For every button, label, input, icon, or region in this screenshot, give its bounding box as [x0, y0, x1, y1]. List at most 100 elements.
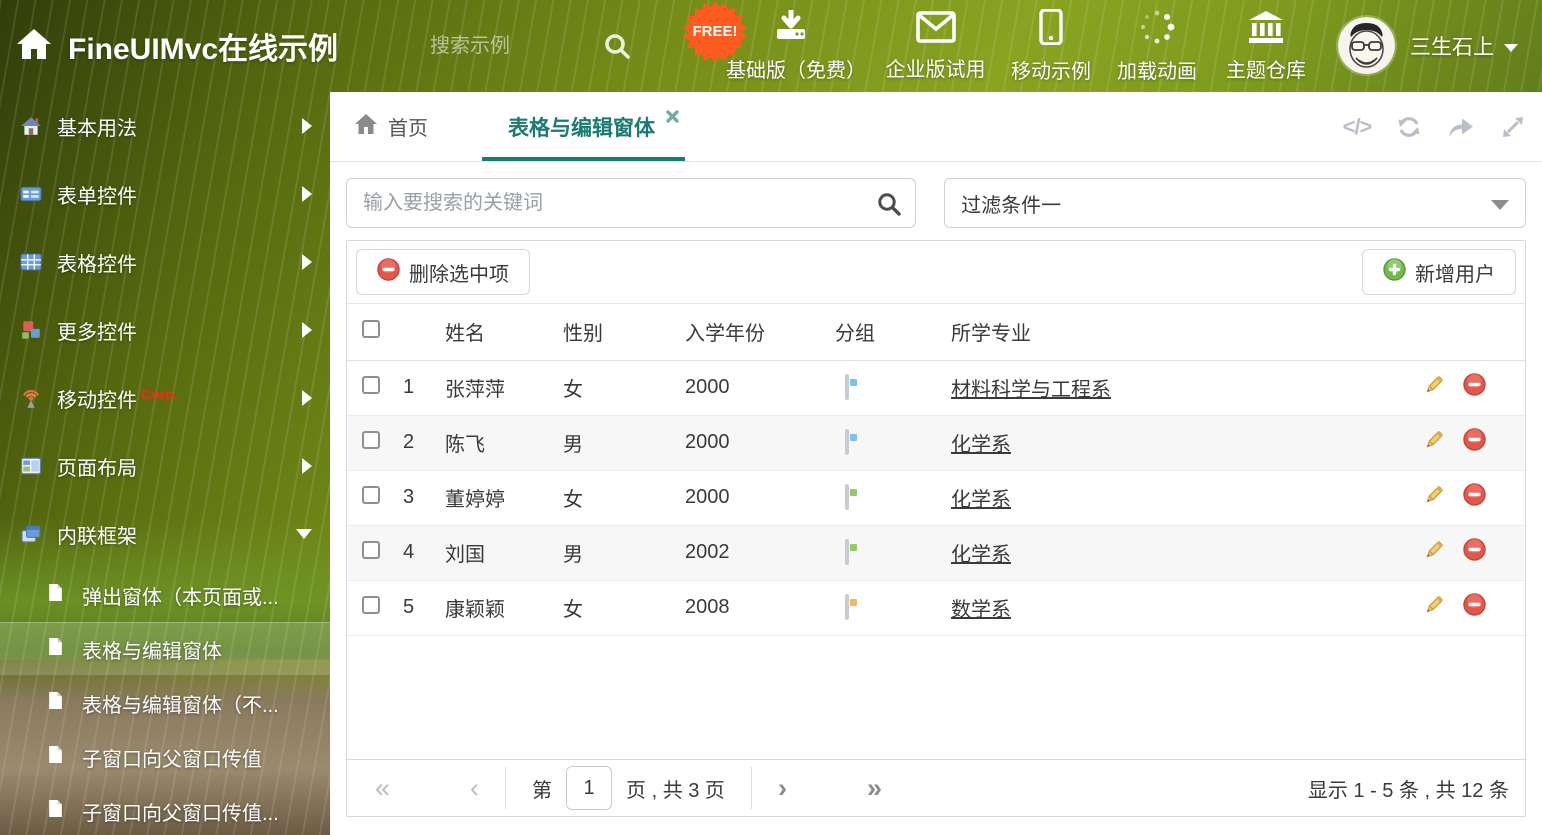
- sidebar-subitem-grid-edit-window[interactable]: 表格与编辑窗体: [0, 622, 330, 676]
- sidebar-subitem-child-to-parent-2[interactable]: 子窗口向父窗口传值...: [0, 784, 330, 835]
- delete-row-button[interactable]: [1463, 360, 1525, 415]
- cell-name: 康颖颖: [445, 599, 505, 621]
- tab-grid-edit-window[interactable]: 表格与编辑窗体: [482, 92, 685, 161]
- home-icon: [16, 27, 52, 66]
- cell-name: 陈飞: [445, 434, 485, 456]
- sidebar-item-label: 移动控件更多控件: [57, 321, 137, 344]
- pencil-icon: [1423, 484, 1445, 512]
- delete-row-button[interactable]: [1463, 415, 1525, 470]
- record-count-summary: 显示 1 - 5 条 , 共 12 条: [1307, 779, 1509, 802]
- sidebar-item-basic-usage[interactable]: 基本用法: [0, 92, 330, 160]
- refresh-icon[interactable]: [1394, 112, 1424, 142]
- chevron-right-icon: [302, 390, 312, 406]
- prev-page-button[interactable]: ‹: [470, 774, 479, 802]
- row-checkbox[interactable]: [362, 430, 380, 449]
- table-row: 1 张萍萍 女 2000 材料科学与工程系: [347, 360, 1525, 415]
- minus-circle-icon: [1463, 373, 1486, 402]
- major-link[interactable]: 化学系: [951, 434, 1011, 456]
- home-icon: [354, 113, 378, 141]
- nav-basic-edition[interactable]: 基础版（免费）: [726, 0, 866, 92]
- share-icon[interactable]: [1446, 112, 1476, 142]
- major-link[interactable]: 化学系: [951, 489, 1011, 511]
- sidebar-subitem-child-to-parent[interactable]: 子窗口向父窗口传值: [0, 730, 330, 784]
- edit-row-button[interactable]: [1415, 360, 1463, 415]
- tab-home[interactable]: 首页: [330, 92, 452, 161]
- major-link[interactable]: 化学系: [951, 544, 1011, 566]
- major-link[interactable]: 数学系: [951, 599, 1011, 621]
- tab-toolbar: </>: [1342, 92, 1528, 162]
- cell-gender: 男: [563, 544, 583, 566]
- sidebar-item-iframe[interactable]: 内联框架: [0, 500, 330, 568]
- code-icon[interactable]: </>: [1342, 112, 1373, 142]
- row-checkbox[interactable]: [362, 540, 380, 559]
- row-checkbox[interactable]: [362, 375, 380, 394]
- chevron-right-icon: [302, 322, 312, 338]
- minus-circle-icon: [1463, 593, 1486, 622]
- row-index: 3: [403, 486, 415, 508]
- chevron-down-icon: [1504, 43, 1518, 52]
- delete-row-button[interactable]: [1463, 580, 1525, 635]
- nav-loading-animation[interactable]: 加载动画: [1103, 0, 1211, 92]
- keyword-search-input[interactable]: [346, 178, 917, 228]
- user-name: 三生石上: [1410, 36, 1494, 59]
- sidebar-item-page-layout[interactable]: 页面布局: [0, 432, 330, 500]
- column-header-major: 所学专业: [951, 304, 1415, 361]
- bank-icon: [1247, 10, 1285, 49]
- search-icon[interactable]: [602, 31, 632, 66]
- row-checkbox[interactable]: [362, 595, 380, 614]
- edit-row-button[interactable]: [1415, 415, 1463, 470]
- edit-row-button[interactable]: [1415, 525, 1463, 580]
- minus-circle-icon: [377, 257, 400, 287]
- cell-gender: 男: [563, 434, 583, 456]
- plus-circle-icon: [1383, 257, 1406, 287]
- app-window: FineUIMvc在线示例 FREE! 基础版（免费） 企业版试用: [0, 0, 1542, 835]
- mobile-icon: [1039, 7, 1063, 50]
- close-icon[interactable]: [666, 105, 679, 129]
- header-search-input[interactable]: [430, 26, 600, 66]
- tag-icon: [845, 374, 849, 400]
- keyword-search: [346, 178, 917, 228]
- user-avatar[interactable]: [1338, 17, 1395, 74]
- brand[interactable]: FineUIMvc在线示例: [16, 0, 338, 92]
- add-user-button[interactable]: 新增用户: [1362, 249, 1516, 295]
- sidebar-item-label: 基本用法: [57, 117, 137, 140]
- search-icon[interactable]: [876, 191, 902, 222]
- first-page-button[interactable]: «: [375, 774, 390, 802]
- main-panel: 首页 表格与编辑窗体 </> 输入要搜索的关键词 过滤条件一 删除选中项 新增用…: [330, 92, 1542, 835]
- filter-dropdown[interactable]: 过滤条件一: [944, 178, 1526, 228]
- cell-gender: 女: [563, 379, 583, 401]
- page-number-input[interactable]: [566, 766, 613, 810]
- sidebar-item-form-controls[interactable]: 表单控件: [0, 160, 330, 228]
- divider: [505, 767, 507, 809]
- users-table: 姓名 性别 入学年份 分组 所学专业 1 张萍萍女 2000 材料科学与工程系 2 陈飞男…: [347, 304, 1525, 636]
- last-page-button[interactable]: »: [867, 774, 882, 802]
- column-header-group: 分组: [835, 304, 951, 361]
- cell-year: 2008: [685, 596, 730, 618]
- next-page-button[interactable]: ›: [778, 774, 787, 802]
- delete-row-button[interactable]: [1463, 525, 1525, 580]
- select-all-checkbox[interactable]: [362, 319, 380, 338]
- major-link[interactable]: 材料科学与工程系: [951, 379, 1111, 401]
- filter-row: 过滤条件一: [346, 178, 1526, 228]
- tag-icon: [845, 539, 849, 565]
- sidebar-item-label: 移动控件 Corp.: [57, 385, 178, 412]
- table-row: 3 董婷婷 女 2000 化学系: [347, 470, 1525, 525]
- row-index: 1: [403, 376, 415, 398]
- delete-selected-button[interactable]: 删除选中项: [356, 249, 530, 295]
- chevron-right-icon: [302, 118, 312, 134]
- delete-row-button[interactable]: [1463, 470, 1525, 525]
- nav-theme-store[interactable]: 主题仓库: [1212, 0, 1320, 92]
- sidebar-item-grid-controls[interactable]: 表格控件: [0, 228, 330, 296]
- edit-row-button[interactable]: [1415, 470, 1463, 525]
- sidebar-subitem-popup-window[interactable]: 弹出窗体（本页面或...: [0, 568, 330, 622]
- expand-icon[interactable]: [1498, 112, 1528, 142]
- edit-row-button[interactable]: [1415, 580, 1463, 635]
- sidebar-item-more-controls[interactable]: 移动控件更多控件: [0, 296, 330, 364]
- tag-icon: [845, 484, 849, 510]
- sidebar-subitem-grid-edit-window-2[interactable]: 表格与编辑窗体（不...: [0, 676, 330, 730]
- nav-mobile-demo[interactable]: 移动示例: [997, 0, 1105, 92]
- nav-enterprise-trial[interactable]: 企业版试用: [873, 0, 998, 92]
- row-checkbox[interactable]: [362, 485, 380, 504]
- sidebar-item-mobile-controls[interactable]: 移动控件 Corp.: [0, 364, 330, 432]
- user-menu[interactable]: 三生石上: [1410, 0, 1518, 92]
